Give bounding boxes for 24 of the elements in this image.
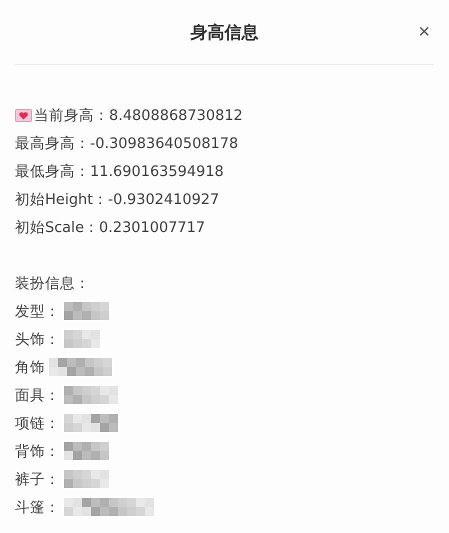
mosaic-drawing — [64, 470, 109, 488]
stat-text: 最高身高：-0.30983640508178 — [15, 134, 238, 152]
stat-text: 初始Height：-0.9302410927 — [15, 190, 220, 208]
mosaic-drawing — [64, 302, 109, 320]
stat-text: 初始Scale：0.2301007717 — [15, 218, 206, 236]
mosaic-drawing — [64, 414, 118, 432]
stat-text: 最低身高：11.690163594918 — [15, 162, 224, 180]
outfit-label: 项链： — [15, 414, 60, 432]
outfit-label: 面具： — [15, 386, 60, 404]
mosaic-drawing — [64, 386, 118, 404]
stat-text: 当前身高：8.4808868730812 — [34, 106, 243, 124]
close-button[interactable]: × — [416, 22, 432, 42]
outfit-label: 背饰： — [15, 442, 60, 460]
mosaic-drawing — [64, 330, 100, 348]
outfit-label: 斗篷： — [15, 498, 60, 516]
mosaic-drawing — [49, 358, 112, 376]
outfit-label: 头饰： — [15, 330, 60, 348]
outfit-label: 发型： — [15, 302, 60, 320]
outfit-label: 裤子： — [15, 470, 60, 488]
dialog-title: 身高信息 — [190, 22, 258, 44]
love-letter-icon — [15, 108, 32, 122]
section-heading: 装扮信息： — [15, 274, 90, 292]
mosaic-drawing — [64, 442, 109, 460]
outfit-label: 角饰 — [15, 358, 45, 376]
